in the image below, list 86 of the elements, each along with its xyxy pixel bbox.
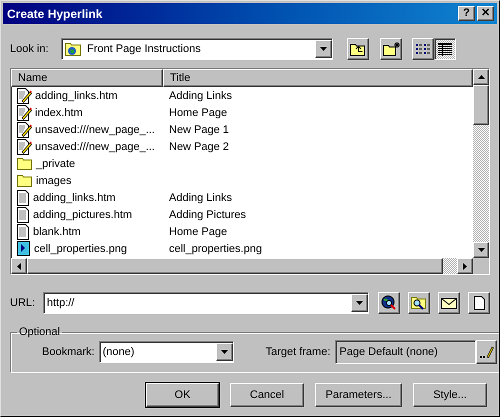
vertical-scrollbar[interactable] xyxy=(473,69,489,258)
parameters-button[interactable]: Parameters... xyxy=(315,383,402,407)
cancel-button[interactable]: Cancel xyxy=(230,383,304,407)
file-title: Home Page xyxy=(168,226,228,238)
web-folder-icon xyxy=(65,42,83,56)
details-view-button[interactable] xyxy=(434,38,456,60)
folder-icon xyxy=(17,157,33,170)
url-value: http:// xyxy=(46,297,76,309)
url-label: URL: xyxy=(10,297,36,309)
page-icon xyxy=(17,206,30,222)
arrow-icon xyxy=(478,248,484,252)
close-button[interactable]: ✕ xyxy=(477,6,494,21)
file-title: Adding Pictures xyxy=(168,208,246,220)
file-name[interactable]: unsaved:///new_page_... xyxy=(11,122,163,138)
arrow-icon xyxy=(220,350,228,354)
scroll-right-button[interactable] xyxy=(457,258,473,274)
details-view-icon xyxy=(438,42,452,56)
arrow-icon xyxy=(356,301,364,305)
new-folder-icon xyxy=(382,42,400,56)
column-header[interactable]: Title xyxy=(163,69,473,87)
dropdown-button[interactable] xyxy=(351,294,368,312)
page-icon xyxy=(17,224,30,240)
envelope-icon xyxy=(441,298,458,308)
file-name[interactable]: adding_links.htm xyxy=(11,88,163,104)
list-view-button[interactable] xyxy=(412,38,434,60)
file-name[interactable]: unsaved:///new_page_... xyxy=(11,138,163,154)
up-folder-icon xyxy=(350,42,366,56)
arrow-icon xyxy=(478,75,484,79)
bookmark-dropdown[interactable]: (none) xyxy=(98,341,234,363)
scroll-up-button[interactable] xyxy=(473,69,489,85)
file-name[interactable]: index.htm xyxy=(11,104,163,120)
scroll-left-button[interactable] xyxy=(11,258,27,274)
file-title: cell_properties.png xyxy=(168,242,262,254)
file-title: Home Page xyxy=(168,106,228,118)
blank-page-icon xyxy=(474,296,485,310)
file-name[interactable]: blank.htm xyxy=(11,224,163,240)
help-button[interactable]: ? xyxy=(458,6,475,21)
arrow-icon xyxy=(463,262,467,270)
new-page-button[interactable] xyxy=(468,292,490,314)
folder-search-icon xyxy=(411,296,428,310)
new-folder-button[interactable] xyxy=(380,38,402,60)
page-pencil-icon xyxy=(17,88,32,104)
file-name[interactable]: images xyxy=(11,174,163,187)
target-frame-field: Page Default (none) xyxy=(335,340,476,364)
look-in-label: Look in: xyxy=(10,43,50,55)
file-title: New Page 1 xyxy=(168,124,229,136)
ok-button[interactable]: OK xyxy=(146,383,219,407)
globe-search-icon xyxy=(381,295,398,311)
file-name[interactable]: _private xyxy=(11,157,163,170)
scroll-track[interactable] xyxy=(443,258,457,274)
arrow-icon xyxy=(320,47,327,51)
scroll-down-button[interactable] xyxy=(473,242,489,258)
image-file-icon xyxy=(17,240,31,256)
browse-web-button[interactable] xyxy=(378,292,400,314)
style-button[interactable]: Style... xyxy=(413,383,487,407)
scrollbar-corner xyxy=(473,258,489,274)
page-pencil-icon xyxy=(17,138,32,154)
window-title: Create Hyperlink xyxy=(7,6,102,20)
page-icon xyxy=(17,190,30,206)
page-pencil-icon xyxy=(17,104,32,120)
file-name[interactable]: adding_links.htm xyxy=(11,190,163,206)
edit-target-button[interactable] xyxy=(476,340,498,364)
bookmark-value: (none) xyxy=(102,346,136,358)
up-folder-button[interactable] xyxy=(347,38,369,60)
file-title: New Page 2 xyxy=(168,140,229,152)
arrow-icon xyxy=(17,262,21,270)
pencil-icon xyxy=(480,346,494,358)
dropdown-button[interactable] xyxy=(216,343,233,361)
bookmark-label: Bookmark: xyxy=(42,346,95,358)
file-name[interactable]: adding_pictures.htm xyxy=(11,206,163,222)
email-button[interactable] xyxy=(438,292,460,314)
file-name[interactable]: cell_properties.png xyxy=(11,240,163,256)
look-in-dropdown[interactable]: Front Page Instructions xyxy=(61,38,333,60)
dropdown-button[interactable] xyxy=(315,40,332,58)
scroll-thumb[interactable] xyxy=(473,85,489,125)
url-field[interactable]: http:// xyxy=(42,292,370,314)
list-view-icon xyxy=(415,43,431,55)
group-legend: Optional xyxy=(17,326,62,338)
look-in-value: Front Page Instructions xyxy=(87,43,202,55)
folder-icon xyxy=(17,174,33,187)
target-frame-label: Target frame: xyxy=(266,346,330,358)
file-title: Adding Links xyxy=(168,90,232,102)
column-header[interactable]: Name xyxy=(11,69,163,87)
browse-file-button[interactable] xyxy=(408,292,430,314)
file-title: Adding Links xyxy=(168,192,232,204)
page-pencil-icon xyxy=(17,122,32,138)
